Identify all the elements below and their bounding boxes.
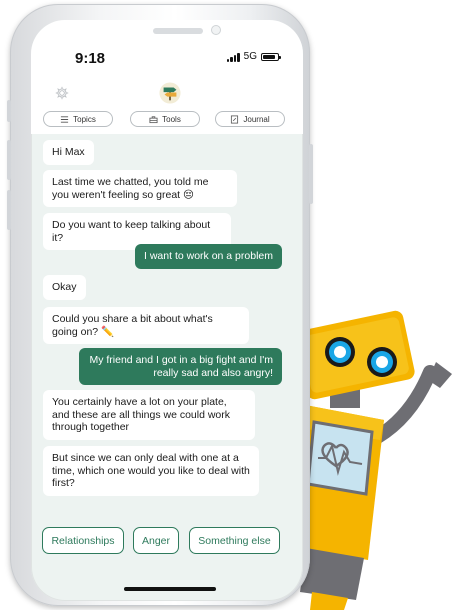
quick-reply-anger[interactable]: Anger: [133, 527, 179, 554]
journal-icon: [231, 114, 239, 124]
volume-down-button: [7, 190, 11, 230]
message-bot-checkin: Last time we chatted, you told me you we…: [43, 170, 237, 207]
front-camera: [211, 25, 221, 35]
message-bot-greeting: Hi Max: [43, 140, 94, 165]
power-button: [309, 144, 313, 204]
app-screen: 9:18 5G Topics Tools Journal Hi Max Last…: [31, 20, 303, 601]
home-indicator[interactable]: [124, 587, 216, 591]
message-bot-share: Could you share a bit about what's going…: [43, 307, 249, 344]
quick-reply-relationships[interactable]: Relationships: [42, 527, 124, 554]
message-bot-plate: You certainly have a lot on your plate, …: [43, 390, 255, 440]
list-icon: [61, 115, 69, 123]
mute-switch: [7, 100, 11, 122]
tab-journal-label: Journal: [243, 114, 270, 124]
tab-tools-label: Tools: [162, 114, 181, 124]
phone-frame: 9:18 5G Topics Tools Journal Hi Max Last…: [7, 4, 313, 606]
message-user-fight: My friend and I got in a big fight and I…: [79, 348, 282, 385]
message-bot-okay: Okay: [43, 275, 86, 300]
signpost-logo-icon: [159, 82, 181, 104]
quick-reply-something-else[interactable]: Something else: [189, 527, 280, 554]
message-user-problem: I want to work on a problem: [135, 244, 282, 269]
tab-topics-label: Topics: [73, 114, 96, 124]
tab-topics[interactable]: Topics: [43, 111, 113, 127]
gear-icon[interactable]: [55, 86, 69, 100]
tab-bar: Topics Tools Journal: [31, 111, 303, 131]
tab-journal[interactable]: Journal: [215, 111, 285, 127]
network-label: 5G: [243, 51, 257, 62]
toolbox-icon: [149, 115, 158, 123]
app-header: 9:18 5G Topics Tools Journal: [31, 20, 303, 134]
battery-icon: [261, 52, 281, 61]
tab-tools[interactable]: Tools: [130, 111, 200, 127]
signal-icon: [226, 52, 240, 62]
volume-up-button: [7, 140, 11, 180]
message-bot-choose: But since we can only deal with one at a…: [43, 446, 259, 496]
status-time: 9:18: [75, 50, 106, 67]
status-indicators: 5G: [226, 51, 281, 62]
speaker-notch: [153, 28, 203, 34]
